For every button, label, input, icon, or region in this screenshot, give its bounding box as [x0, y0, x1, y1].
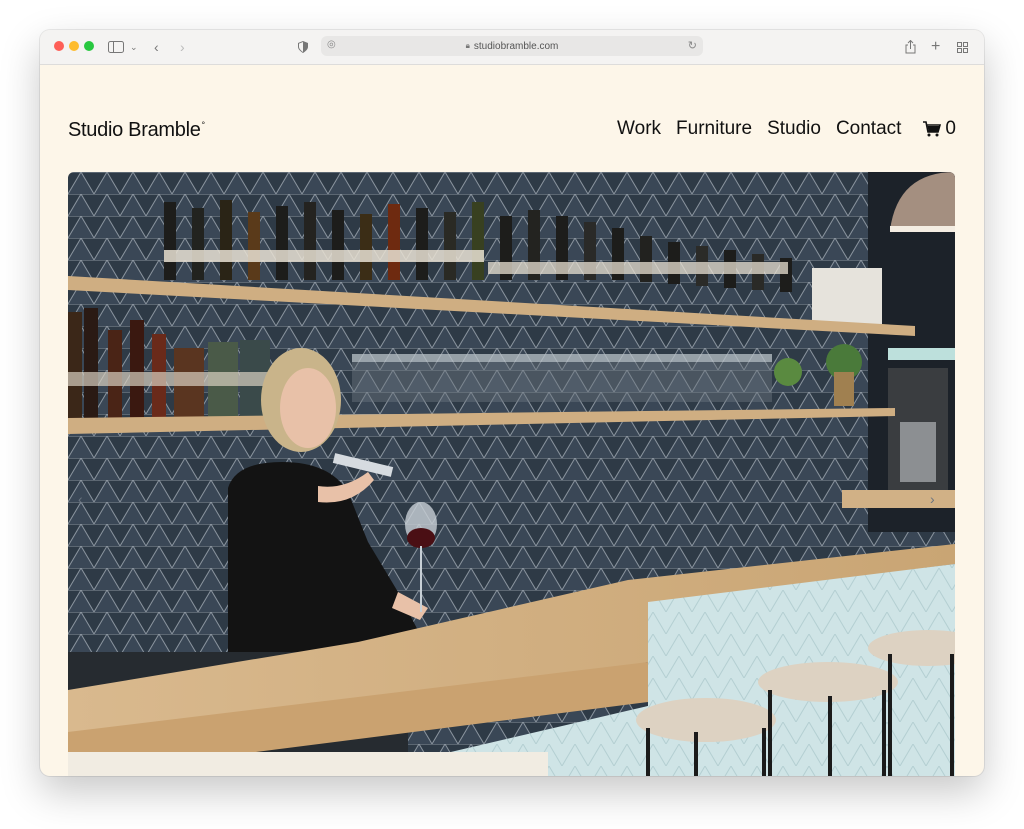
tab-overview-icon[interactable]	[957, 37, 968, 57]
reload-icon[interactable]: ↻	[688, 39, 697, 52]
nav-link-studio[interactable]: Studio	[767, 118, 821, 140]
close-window-button[interactable]	[54, 41, 64, 51]
browser-toolbar: ⌄ ‹ › ◎ 🔒︎ studiobramble.com ↻ +	[40, 30, 984, 65]
address-bar[interactable]: ◎ 🔒︎ studiobramble.com ↻	[321, 36, 703, 56]
nav-link-work[interactable]: Work	[617, 118, 661, 140]
wine-glasses	[352, 354, 772, 402]
new-tab-icon[interactable]: +	[931, 37, 940, 57]
site-header: Studio Bramble° Work Furniture Studio Co…	[40, 64, 984, 170]
hero-next-arrow[interactable]: ›	[930, 491, 935, 507]
site-settings-icon[interactable]: ◎	[327, 39, 336, 50]
logo-text: Studio Bramble	[68, 119, 201, 141]
hero-prev-arrow[interactable]: ‹	[78, 491, 83, 507]
lock-icon: 🔒︎	[465, 41, 470, 50]
browser-window: ⌄ ‹ › ◎ 🔒︎ studiobramble.com ↻ + Studio …	[40, 30, 984, 776]
cart-icon	[923, 121, 942, 137]
back-icon[interactable]: ‹	[154, 37, 159, 57]
share-icon[interactable]	[905, 37, 916, 57]
hero-image: ‹ ›	[68, 172, 955, 776]
main-nav: Work Furniture Studio Contact 0	[602, 118, 956, 140]
forward-icon[interactable]: ›	[180, 37, 185, 57]
logo-mark: °	[201, 120, 206, 131]
nav-link-furniture[interactable]: Furniture	[676, 118, 752, 140]
cart-count: 0	[945, 118, 956, 139]
zoom-window-button[interactable]	[84, 41, 94, 51]
url-text: studiobramble.com	[473, 40, 559, 52]
privacy-shield-icon[interactable]	[298, 37, 308, 57]
minimize-window-button[interactable]	[69, 41, 79, 51]
cart-button[interactable]: 0	[923, 118, 956, 140]
nav-link-contact[interactable]: Contact	[836, 118, 901, 140]
chevron-down-icon[interactable]: ⌄	[130, 37, 138, 57]
site-logo[interactable]: Studio Bramble°	[68, 119, 205, 142]
hero-photo: ‹ ›	[68, 172, 955, 776]
sidebar-toggle-icon[interactable]	[108, 37, 124, 57]
